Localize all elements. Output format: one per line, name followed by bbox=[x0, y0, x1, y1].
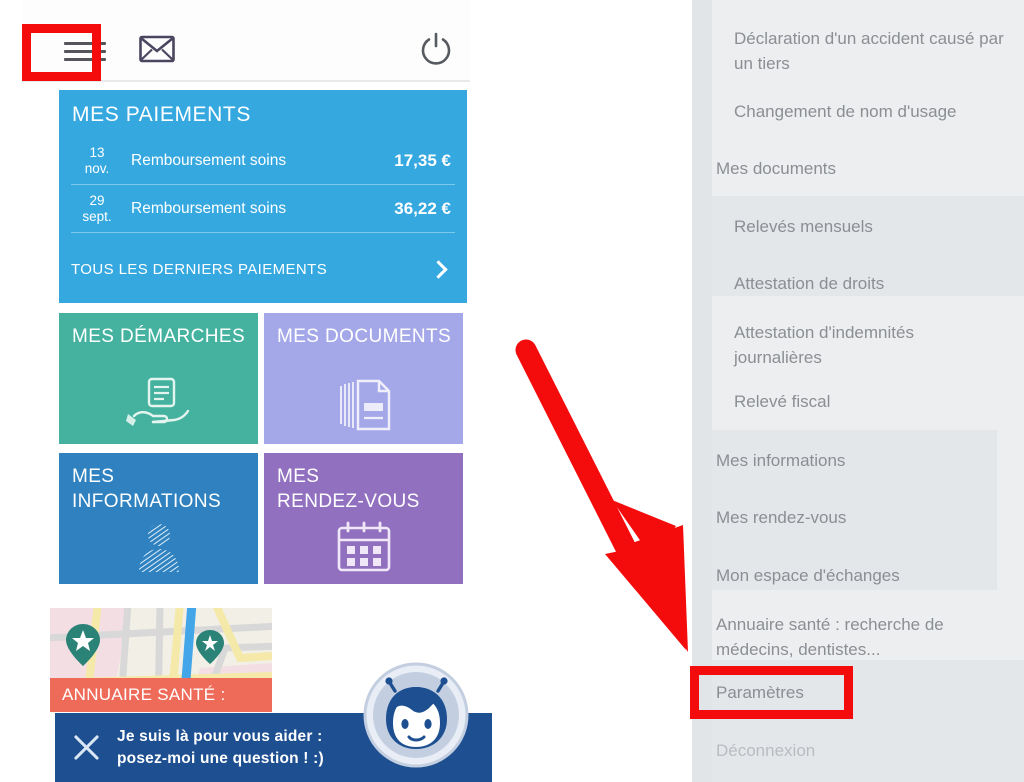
all-recent-payments-label: TOUS LES DERNIERS PAIEMENTS bbox=[71, 260, 328, 278]
payment-day: 13 bbox=[89, 145, 105, 160]
chatbot-avatar-icon[interactable] bbox=[362, 661, 470, 769]
calendar-icon bbox=[264, 520, 463, 574]
phone-home-screen: MES PAIEMENTS 13 nov. Remboursement soin… bbox=[22, 0, 492, 782]
tile-label: MES RENDEZ-VOUS bbox=[277, 466, 420, 512]
menu-item-attestation-de-droits[interactable]: Attestation de droits bbox=[692, 271, 1024, 296]
payment-label: Remboursement soins bbox=[131, 152, 287, 169]
tutorial-screenshot: MES PAIEMENTS 13 nov. Remboursement soin… bbox=[0, 0, 1024, 782]
menu-item-changement-nom-usage[interactable]: Changement de nom d'usage bbox=[692, 99, 1024, 124]
red-arrow-pointing-to-settings bbox=[515, 339, 688, 652]
menu-item-releves-mensuels[interactable]: Relevés mensuels bbox=[692, 214, 1024, 239]
menu-item-attestation-indemnites-journalieres[interactable]: Attestation d'indemnités journalières bbox=[692, 320, 962, 370]
payments-card[interactable]: MES PAIEMENTS 13 nov. Remboursement soin… bbox=[59, 90, 467, 303]
tile-mes-rendez-vous[interactable]: MES RENDEZ-VOUS bbox=[264, 453, 463, 584]
menu-item-annuaire-sante[interactable]: Annuaire santé : recherche de médecins, … bbox=[692, 612, 972, 662]
tile-label: MES DÉMARCHES bbox=[72, 326, 246, 347]
all-recent-payments-link[interactable]: TOUS LES DERNIERS PAIEMENTS bbox=[71, 242, 455, 296]
payment-date: 13 nov. bbox=[71, 145, 123, 177]
payment-row[interactable]: 13 nov. Remboursement soins 17,35 € bbox=[71, 138, 455, 185]
highlight-box-parametres bbox=[690, 666, 853, 719]
chevron-right-icon bbox=[429, 259, 448, 279]
payment-amount: 36,22 € bbox=[394, 199, 451, 218]
payments-card-title: MES PAIEMENTS bbox=[72, 103, 251, 126]
menu-item-releve-fiscal[interactable]: Relevé fiscal bbox=[692, 389, 1024, 414]
payment-date: 29 sept. bbox=[71, 193, 123, 225]
chatbot-message-line1: Je suis là pour vous aider : bbox=[117, 727, 323, 745]
power-icon[interactable] bbox=[418, 31, 454, 67]
envelope-icon[interactable] bbox=[139, 34, 175, 64]
menu-item-mes-documents[interactable]: Mes documents bbox=[692, 156, 1024, 181]
person-icon bbox=[59, 522, 258, 574]
tile-annuaire-sante-map[interactable]: ANNUAIRE SANTÉ : bbox=[50, 608, 272, 712]
tile-mes-informations[interactable]: MES INFORMATIONS bbox=[59, 453, 258, 584]
documents-stack-icon bbox=[264, 376, 463, 434]
tile-label: MES DOCUMENTS bbox=[277, 326, 452, 347]
payment-day: 29 bbox=[89, 193, 105, 208]
highlight-box-hamburger-menu bbox=[22, 24, 101, 81]
menu-item-declaration-accident[interactable]: Déclaration d'un accident causé par un t… bbox=[692, 26, 1024, 76]
chatbot-message-line2: posez-moi une question ! :) bbox=[117, 749, 324, 767]
tile-label: MES INFORMATIONS bbox=[72, 466, 222, 512]
chatbot-message: Je suis là pour vous aider : posez-moi u… bbox=[117, 726, 324, 770]
payment-label: Remboursement soins bbox=[131, 200, 287, 217]
close-x-icon[interactable] bbox=[55, 713, 117, 782]
annuaire-sante-banner: ANNUAIRE SANTÉ : bbox=[50, 678, 272, 712]
menu-item-mes-rendez-vous[interactable]: Mes rendez-vous bbox=[692, 505, 1024, 530]
tile-mes-demarches[interactable]: MES DÉMARCHES bbox=[59, 313, 258, 444]
menu-item-mon-espace-echanges[interactable]: Mon espace d'échanges bbox=[692, 563, 1024, 588]
payment-month: nov. bbox=[84, 161, 110, 176]
payment-row[interactable]: 29 sept. Remboursement soins 36,22 € bbox=[71, 186, 455, 233]
tile-mes-documents[interactable]: MES DOCUMENTS bbox=[264, 313, 463, 444]
payment-month: sept. bbox=[82, 209, 112, 224]
annuaire-sante-label: ANNUAIRE SANTÉ : bbox=[62, 685, 226, 704]
payment-amount: 17,35 € bbox=[394, 151, 451, 170]
hand-document-icon bbox=[59, 376, 258, 434]
menu-item-mes-informations[interactable]: Mes informations bbox=[692, 448, 1024, 473]
side-menu-panel: Déclaration d'un accident causé par un t… bbox=[692, 0, 1024, 782]
menu-item-deconnexion[interactable]: Déconnexion bbox=[692, 738, 1024, 763]
